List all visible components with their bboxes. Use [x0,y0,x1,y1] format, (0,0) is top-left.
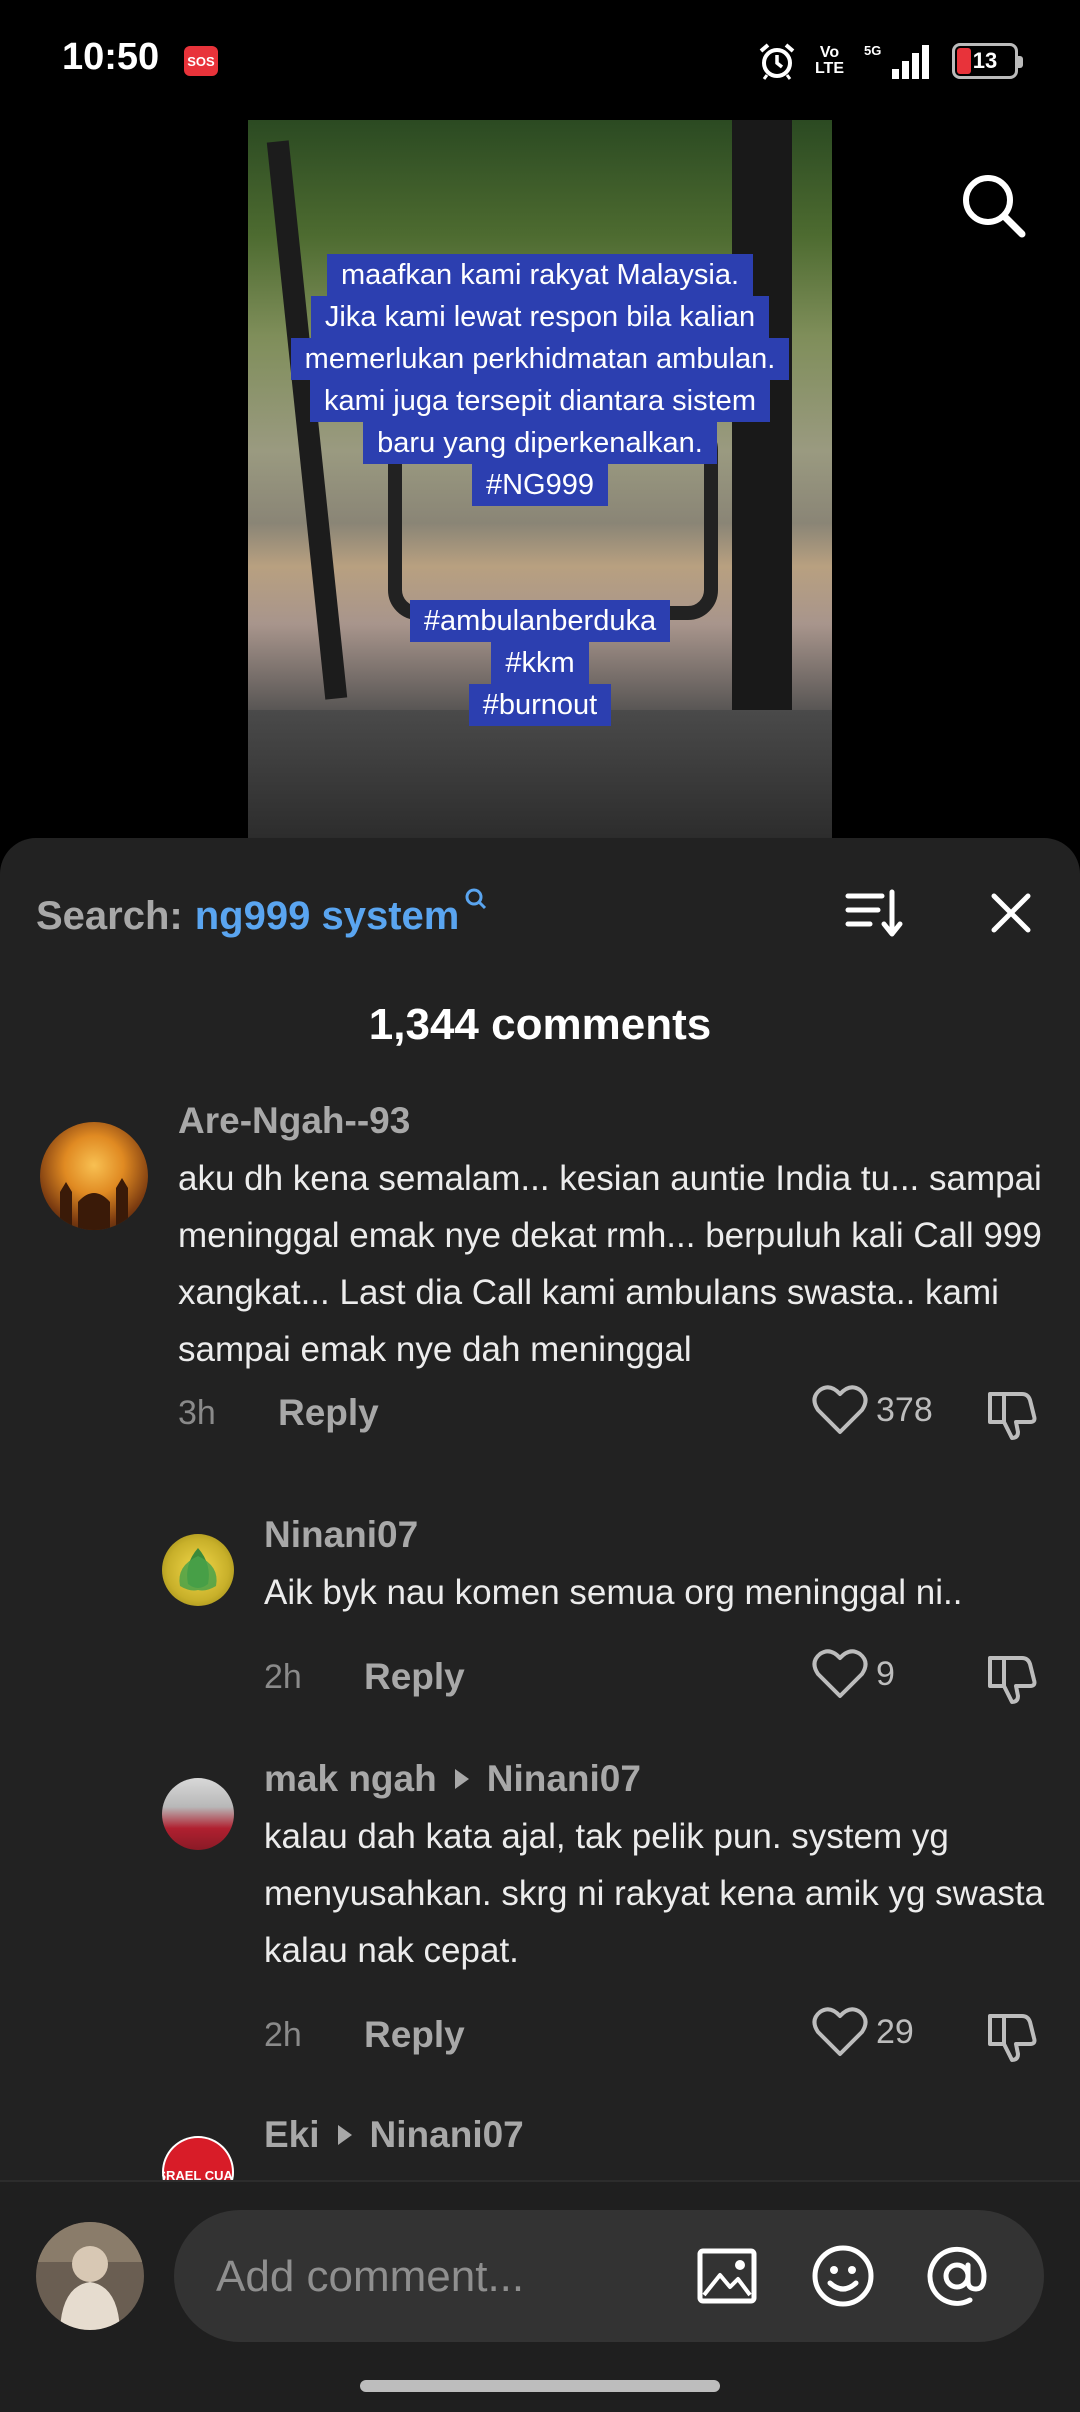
sort-button[interactable] [844,882,906,944]
comment-username[interactable]: Are-Ngah--93 [178,1100,410,1142]
caption-line: Jika kami lewat respon bila kalian [310,296,770,338]
comment-username-text: mak ngah [264,1758,437,1799]
video-player[interactable]: maafkan kami rakyat Malaysia. Jika kami … [248,120,832,840]
my-avatar[interactable] [36,2222,144,2330]
caption-line: #NG999 [471,464,608,506]
comments-count: 1,344 comments [368,1000,712,1049]
emoji-button[interactable] [810,2243,876,2309]
like-count: 29 [876,2012,914,2051]
thumbs-down-icon [988,1656,1037,1704]
search-label: Search: [36,893,183,938]
caption-line: kami juga tersepit diantara sistem [310,380,770,422]
reply-to-username[interactable]: Ninani07 [370,2114,524,2156]
status-bar: 10:50 SOS Vo LTE 5G 13 [0,0,1080,120]
comment-time: 2h [264,1657,302,1696]
comment-username[interactable]: Ninani07 [264,1514,418,1556]
avatar[interactable] [40,1122,148,1230]
alarm-icon [757,41,797,81]
heart-icon [812,1649,868,1698]
comment-input-placeholder: Add comment... [216,2252,525,2301]
comment-text: aku dh kena semalam... kesian auntie Ind… [178,1159,1042,1369]
dislike-button[interactable] [984,1650,1040,1706]
comment-time: 3h [178,1393,216,1432]
comments-sheet: Search: ng999 system 1,344 comments Are-… [0,838,1080,2412]
status-time: 10:50 [62,36,160,78]
video-caption-bottom: #ambulanberduka #kkm #burnout [248,600,832,726]
battery-icon: 13 [952,43,1023,79]
comment-username[interactable]: Eki Ninani07 [264,2114,524,2156]
dislike-button[interactable] [984,1386,1040,1442]
avatar[interactable] [162,1534,234,1606]
reply-button[interactable]: Reply [364,2014,465,2056]
status-icons: Vo LTE 5G 13 [757,38,1023,84]
comment-meta: 3h Reply [178,1392,379,1434]
comment-text: kalau dah kata ajal, tak pelik pun. syst… [264,1817,1045,1970]
comment-username[interactable]: mak ngah Ninani07 [264,1758,641,1800]
heart-icon [812,1385,868,1434]
thumbs-down-icon [988,1392,1037,1440]
volte-indicator: Vo LTE [814,44,844,77]
comment-meta: 2h Reply [264,2014,465,2056]
svg-text:5G: 5G [864,43,881,58]
thumbs-down-icon [988,2014,1037,2062]
comment-input-bar: Add comment... [0,2180,1080,2412]
comment-username-text: Eki [264,2114,320,2155]
sos-badge: SOS [184,46,218,76]
heart-icon [812,2007,868,2056]
image-button[interactable] [694,2243,760,2309]
caption-line: #burnout [468,684,612,726]
at-icon [927,2246,987,2306]
battery-level: 13 [972,48,998,73]
emoji-icon [812,2245,874,2307]
sort-icon [845,889,903,937]
caption-line: #ambulanberduka [409,600,671,642]
signal-icon: 5G [862,41,934,81]
like-count: 9 [876,1654,895,1693]
like-button[interactable]: 9 [812,1648,895,1700]
video-caption-top: maafkan kami rakyat Malaysia. Jika kami … [248,254,832,506]
image-icon [697,2248,757,2304]
like-count: 378 [876,1390,933,1429]
caption-line: memerlukan perkhidmatan ambulan. [290,338,790,380]
like-button[interactable]: 378 [812,1384,933,1436]
caption-line: maafkan kami rakyat Malaysia. [326,254,754,296]
mention-button[interactable] [924,2243,990,2309]
comment-time: 2h [264,2015,302,2054]
reply-arrow-icon [454,1769,469,1789]
reply-to-username[interactable]: Ninani07 [487,1758,641,1800]
avatar[interactable] [162,1778,234,1850]
caption-line: #kkm [491,642,589,684]
video-frame-detail [248,710,832,840]
search-term-link[interactable]: ng999 system [195,894,460,939]
search-icon [963,175,1026,238]
reply-button[interactable]: Reply [364,1656,465,1698]
search-button[interactable] [958,170,1028,240]
reply-button[interactable]: Reply [278,1392,379,1434]
like-button[interactable]: 29 [812,2006,914,2058]
close-button[interactable] [980,882,1042,944]
close-icon [991,893,1031,933]
comment-text: Aik byk nau komen semua org meninggal ni… [264,1573,963,1612]
home-indicator[interactable] [360,2380,720,2392]
dislike-button[interactable] [984,2008,1040,2064]
comment-meta: 2h Reply [264,1656,465,1698]
comment-input[interactable]: Add comment... [174,2210,1044,2342]
reply-arrow-icon [337,2125,352,2145]
caption-line: baru yang diperkenalkan. [363,422,717,464]
search-term-icon [463,886,489,918]
